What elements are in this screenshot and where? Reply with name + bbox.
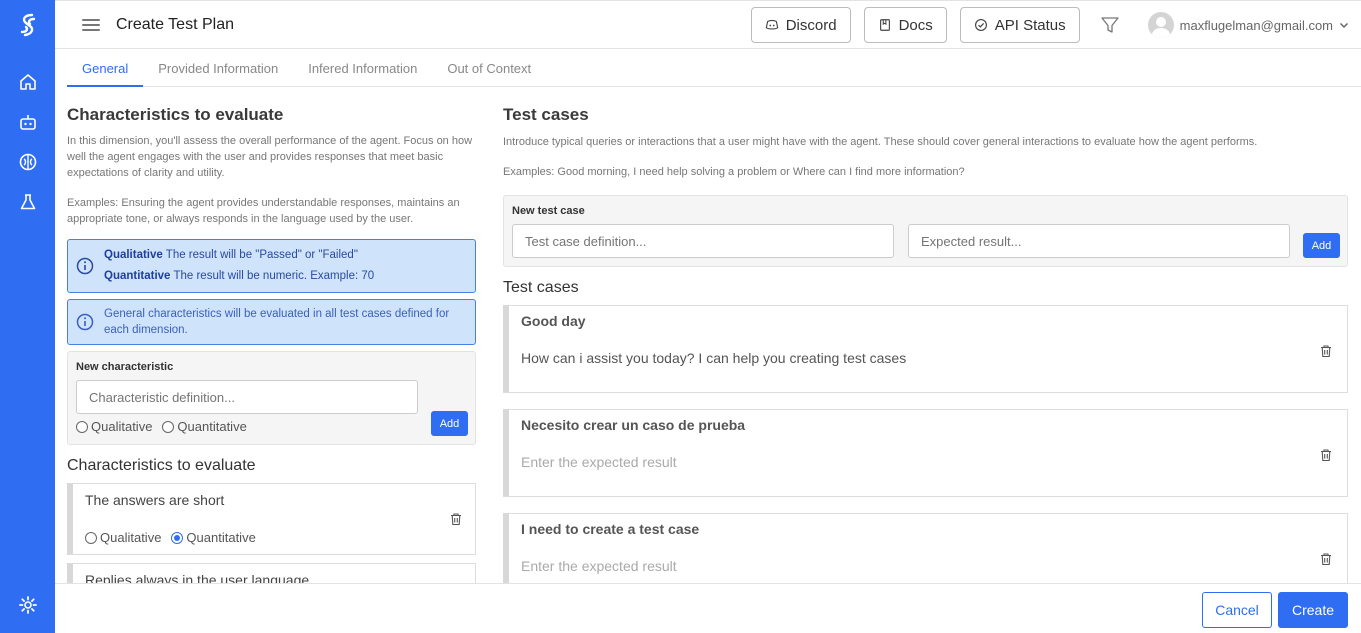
tab-provided-information[interactable]: Provided Information	[143, 49, 293, 87]
flask-icon	[20, 194, 35, 210]
characteristic-item: The answers are short Qualitative Quanti…	[67, 483, 476, 555]
test-case-title: Good day	[521, 313, 586, 329]
filter-icon[interactable]	[1100, 15, 1120, 35]
new-test-case-label: New test case	[512, 205, 585, 217]
tab-general[interactable]: General	[67, 49, 144, 87]
test-cases-title: Test cases	[503, 105, 589, 124]
api-status-button[interactable]: API Status	[959, 7, 1080, 43]
test-case-title: I need to create a test case	[521, 521, 700, 537]
trash-icon[interactable]	[1319, 344, 1333, 358]
dimension-tabs: General Provided Information Infered Inf…	[67, 49, 1361, 87]
tab-infered-information[interactable]: Infered Information	[293, 49, 432, 87]
book-icon	[879, 19, 890, 31]
create-button[interactable]: Create	[1278, 592, 1348, 628]
test-case-definition-input[interactable]	[512, 224, 894, 258]
page-title: Create Test Plan	[116, 15, 234, 33]
quantitative-radio[interactable]: Quantitative	[162, 419, 247, 434]
new-characteristic-label: New characteristic	[76, 361, 174, 373]
top-header: Create Test Plan Discord Docs API Status…	[55, 0, 1361, 49]
characteristic-text: Replies always in the user language	[85, 572, 310, 583]
user-email: maxflugelman@gmail.com	[1179, 17, 1333, 33]
new-test-case-form: New test case Add	[503, 195, 1348, 267]
app-logo[interactable]	[12, 10, 44, 42]
trash-icon[interactable]	[1319, 552, 1333, 566]
sidebar	[0, 0, 55, 633]
characteristic-text: The answers are short	[85, 492, 225, 508]
characteristics-list-title: Characteristics to evaluate	[67, 457, 256, 474]
characteristics-title: Characteristics to evaluate	[67, 105, 284, 124]
characteristic-definition-input[interactable]	[76, 380, 418, 414]
chevron-down-icon	[1339, 22, 1349, 29]
sidebar-item-tests[interactable]	[10, 184, 46, 220]
sidebar-item-home[interactable]	[10, 64, 46, 100]
characteristics-panel: Characteristics to evaluate In this dime…	[67, 87, 476, 583]
test-cases-panel: Test cases Introduce typical queries or …	[503, 87, 1348, 583]
docs-button[interactable]: Docs	[863, 7, 947, 43]
logo-icon	[20, 13, 35, 37]
discord-button[interactable]: Discord	[750, 7, 851, 43]
brain-icon	[19, 153, 36, 171]
user-menu[interactable]: maxflugelman@gmail.com	[1147, 12, 1349, 38]
cancel-button[interactable]: Cancel	[1202, 592, 1272, 628]
qualitative-radio[interactable]: Qualitative	[76, 419, 152, 434]
test-case-item: I need to create a test case Enter the e…	[503, 513, 1348, 583]
test-case-item: Good day How can i assist you today? I c…	[503, 305, 1348, 393]
add-test-case-button[interactable]: Add	[1303, 233, 1340, 258]
sidebar-item-brain[interactable]	[10, 144, 46, 180]
characteristic-item: Replies always in the user language	[67, 563, 476, 583]
info-icon	[76, 313, 94, 331]
home-icon	[19, 74, 36, 90]
trash-icon[interactable]	[1319, 448, 1333, 462]
info-icon	[76, 257, 94, 275]
header-actions: Discord Docs API Status maxflugelman@gma…	[738, 1, 1361, 49]
gear-icon	[18, 596, 37, 614]
expected-result-input[interactable]	[908, 224, 1290, 258]
characteristics-description: In this dimension, you'll assess the ove…	[67, 135, 473, 179]
tab-out-of-context[interactable]: Out of Context	[432, 49, 546, 87]
quantitative-radio[interactable]: Quantitative	[171, 530, 256, 545]
evaluation-type-radios: Qualitative Quantitative	[76, 419, 467, 434]
discord-icon	[765, 19, 779, 30]
general-characteristics-info: General characteristics will be evaluate…	[67, 299, 476, 345]
test-cases-description: Introduce typical queries or interaction…	[503, 136, 1258, 148]
sidebar-item-agents[interactable]	[10, 104, 46, 140]
new-characteristic-form: New characteristic Qualitative Quantitat…	[67, 351, 476, 445]
test-case-expected[interactable]: Enter the expected result	[521, 558, 1335, 574]
badge-check-icon	[974, 19, 987, 31]
qualitative-radio[interactable]: Qualitative	[85, 530, 161, 545]
evaluation-type-info: Qualitative The result will be "Passed" …	[67, 239, 476, 293]
robot-icon	[19, 115, 36, 130]
test-case-title: Necesito crear un caso de prueba	[521, 417, 746, 433]
sidebar-item-settings[interactable]	[10, 587, 46, 623]
trash-icon[interactable]	[449, 512, 463, 526]
hamburger-menu-icon[interactable]	[82, 18, 100, 31]
form-footer: Cancel Create	[55, 583, 1361, 633]
characteristics-examples: Examples: Ensuring the agent provides un…	[67, 197, 460, 225]
test-cases-examples: Examples: Good morning, I need help solv…	[503, 166, 965, 178]
test-cases-list-title: Test cases	[503, 279, 579, 296]
add-characteristic-button[interactable]: Add	[431, 411, 468, 436]
test-case-expected[interactable]: Enter the expected result	[521, 454, 1335, 470]
test-case-expected[interactable]: How can i assist you today? I can help y…	[521, 350, 1335, 366]
test-case-item: Necesito crear un caso de prueba Enter t…	[503, 409, 1348, 497]
avatar	[1147, 12, 1174, 38]
